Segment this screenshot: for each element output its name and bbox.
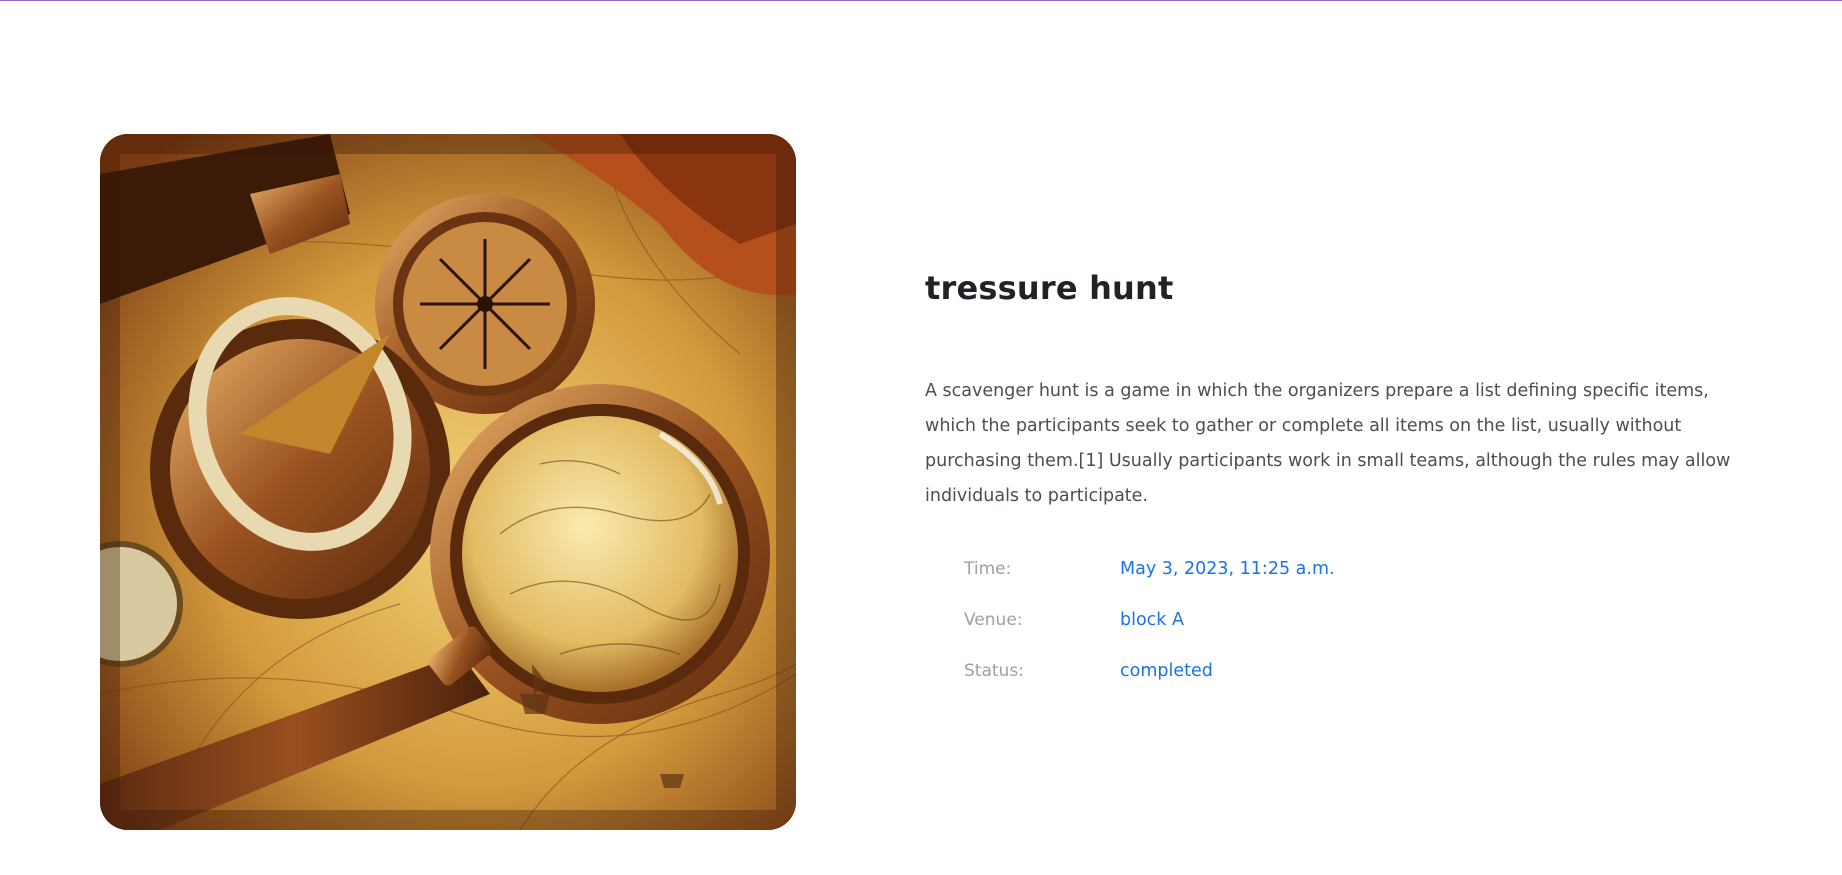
time-label: Time: [964, 558, 1012, 579]
event-info-list: Time: May 3, 2023, 11:25 a.m. Venue: blo… [964, 543, 1335, 696]
time-value: May 3, 2023, 11:25 a.m. [1120, 558, 1335, 579]
info-row-time: Time: May 3, 2023, 11:25 a.m. [964, 543, 1335, 594]
event-image [100, 134, 796, 830]
venue-label: Venue: [964, 609, 1023, 630]
event-title: tressure hunt [925, 269, 1174, 307]
info-row-status: Status: completed [964, 645, 1335, 696]
status-value: completed [1120, 660, 1213, 681]
status-label: Status: [964, 660, 1024, 681]
top-divider [0, 0, 1842, 1]
event-details: tressure hunt A scavenger hunt is a game… [925, 262, 1755, 681]
event-description: A scavenger hunt is a game in which the … [925, 381, 1731, 506]
treasure-map-compass-magnifier-image [100, 134, 796, 830]
venue-value: block A [1120, 609, 1184, 630]
info-row-venue: Venue: block A [964, 594, 1335, 645]
